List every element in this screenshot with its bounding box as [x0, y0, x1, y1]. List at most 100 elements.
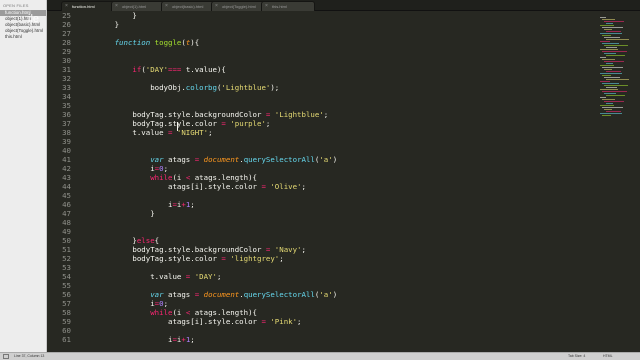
- code-token: i: [79, 200, 173, 209]
- code-line[interactable]: bodyTag.style.backgroundColor = 'Navy';: [79, 245, 306, 254]
- code-line[interactable]: bodyObj.colorbg('Lightblue');: [79, 83, 279, 92]
- code-token: ;: [301, 245, 306, 254]
- code-token: bodyTag.style.color: [79, 254, 222, 263]
- code-line[interactable]: i=0;: [79, 164, 168, 173]
- code-line[interactable]: if('DAY'=== t.value){: [79, 65, 225, 74]
- code-line[interactable]: i=i+1;: [79, 200, 195, 209]
- code-token: 'Olive': [270, 182, 302, 191]
- minimap-line: [602, 35, 611, 36]
- code-editor[interactable]: 25 26 27 28 29 30 31 32 33 34 35 36 37 38 39 40 41 42 43 44…: [47, 11, 597, 352]
- close-tab-icon[interactable]: ×: [265, 2, 268, 11]
- code-line[interactable]: bodyTag.style.color = 'lightgrey';: [79, 254, 284, 263]
- code-line[interactable]: t.value = 'NIGHT';: [79, 128, 212, 137]
- minimap-line: [602, 27, 623, 28]
- watermark-text: ile: [28, 13, 40, 25]
- minimap-line: [606, 95, 625, 96]
- open-files-list: function.html object(1).html object(basic)…: [0, 10, 46, 40]
- line-number: 40: [62, 146, 71, 155]
- code-line[interactable]: atags[i].style.color = 'Olive';: [79, 182, 306, 191]
- code-token: 'Lightblue': [274, 110, 324, 119]
- code-token: bodyTag.style.backgroundColor: [79, 110, 266, 119]
- code-token: ;: [297, 317, 302, 326]
- code-token: (i: [172, 173, 186, 182]
- tab-label: object(1).html: [122, 4, 147, 9]
- tab-size-selector[interactable]: Tab Size: 4: [568, 354, 585, 358]
- code-token: );: [270, 83, 280, 92]
- line-number: 52: [62, 254, 71, 263]
- code-line[interactable]: }: [79, 20, 119, 29]
- minimap-line: [600, 65, 614, 66]
- line-number: 36: [62, 110, 71, 119]
- code-token: atags: [163, 290, 195, 299]
- close-tab-icon[interactable]: ×: [115, 2, 118, 11]
- code-token: }: [79, 11, 137, 20]
- sidebar-heading: OPEN FILES: [3, 3, 29, 8]
- line-number: 31: [62, 65, 71, 74]
- line-number: 37: [62, 119, 71, 128]
- line-number: 58: [62, 308, 71, 317]
- tab-0[interactable]: × function.html: [61, 1, 115, 11]
- line-number: 38: [62, 128, 71, 137]
- panel-toggle-icon[interactable]: [3, 354, 9, 359]
- close-tab-icon[interactable]: ×: [65, 2, 68, 11]
- code-line[interactable]: t.value = 'DAY';: [79, 272, 221, 281]
- minimap-line: [600, 73, 622, 74]
- code-line[interactable]: bodyTag.style.backgroundColor = 'Lightbl…: [79, 110, 328, 119]
- code-line[interactable]: while(i < atags.length){: [79, 173, 257, 182]
- code-token: }: [79, 236, 137, 245]
- line-number: 54: [62, 272, 71, 281]
- minimap-line: [606, 103, 613, 104]
- code-line[interactable]: }else{: [79, 236, 159, 245]
- cursor-position: Line 37, Column 13: [14, 354, 45, 358]
- tab-4[interactable]: × this.html: [261, 1, 315, 11]
- line-number: 42: [62, 164, 71, 173]
- code-token: ): [332, 290, 338, 299]
- minimap-line: [606, 47, 617, 48]
- code-token: ;: [279, 254, 284, 263]
- minimap-line: [604, 37, 620, 38]
- code-token: ){: [190, 38, 200, 47]
- code-token: ;: [190, 335, 195, 344]
- code-line[interactable]: bodyTag.style.color = 'purple';: [79, 119, 270, 128]
- minimap-line: [604, 109, 612, 110]
- line-number: 25: [62, 11, 71, 20]
- code-line[interactable]: var atags = document.querySelectorAll('a…: [79, 155, 337, 164]
- syntax-selector[interactable]: HTML: [603, 354, 613, 358]
- code-token: atags: [163, 155, 195, 164]
- code-line[interactable]: i=i+1;: [79, 335, 195, 344]
- code-line[interactable]: }: [79, 209, 154, 218]
- code-token: atags.length){: [190, 173, 258, 182]
- sidebar-file-item[interactable]: this.html: [0, 34, 46, 40]
- code-line[interactable]: var atags = document.querySelectorAll('a…: [79, 290, 337, 299]
- line-number: 43: [62, 173, 71, 182]
- close-tab-icon[interactable]: ×: [215, 2, 218, 11]
- minimap-line: [602, 115, 611, 116]
- code-line[interactable]: while(i < atags.length){: [79, 308, 257, 317]
- sidebar: OPEN FILES function.html object(1).html ob…: [0, 0, 47, 352]
- code-line[interactable]: i=0;: [79, 299, 168, 308]
- tab-1[interactable]: × object(1).html: [111, 1, 165, 11]
- line-number: 35: [62, 101, 71, 110]
- tab-label: object(Toggle).html: [222, 4, 256, 9]
- code-area[interactable]: } } function toggle(t){ if('DAY'=== t.va…: [79, 11, 594, 352]
- code-token: atags[i].style.color: [79, 182, 262, 191]
- code-line[interactable]: atags[i].style.color = 'Pink';: [79, 317, 302, 326]
- code-line[interactable]: function toggle(t){: [79, 38, 200, 47]
- tab-3[interactable]: × object(Toggle).html: [211, 1, 265, 11]
- minimap-line: [604, 29, 612, 30]
- line-number: 61: [62, 335, 71, 344]
- tab-2[interactable]: × object(basic).html: [161, 1, 215, 11]
- line-number: 59: [62, 317, 71, 326]
- minimap-line: [602, 75, 611, 76]
- minimap-line: [604, 93, 616, 94]
- minimap[interactable]: [597, 11, 640, 352]
- line-number: 32: [62, 74, 71, 83]
- code-line[interactable]: }: [79, 11, 137, 20]
- code-token: 'DAY': [145, 65, 169, 74]
- minimap-line: [600, 105, 614, 106]
- close-tab-icon[interactable]: ×: [165, 2, 168, 11]
- code-token: bodyTag.style.color: [79, 119, 222, 128]
